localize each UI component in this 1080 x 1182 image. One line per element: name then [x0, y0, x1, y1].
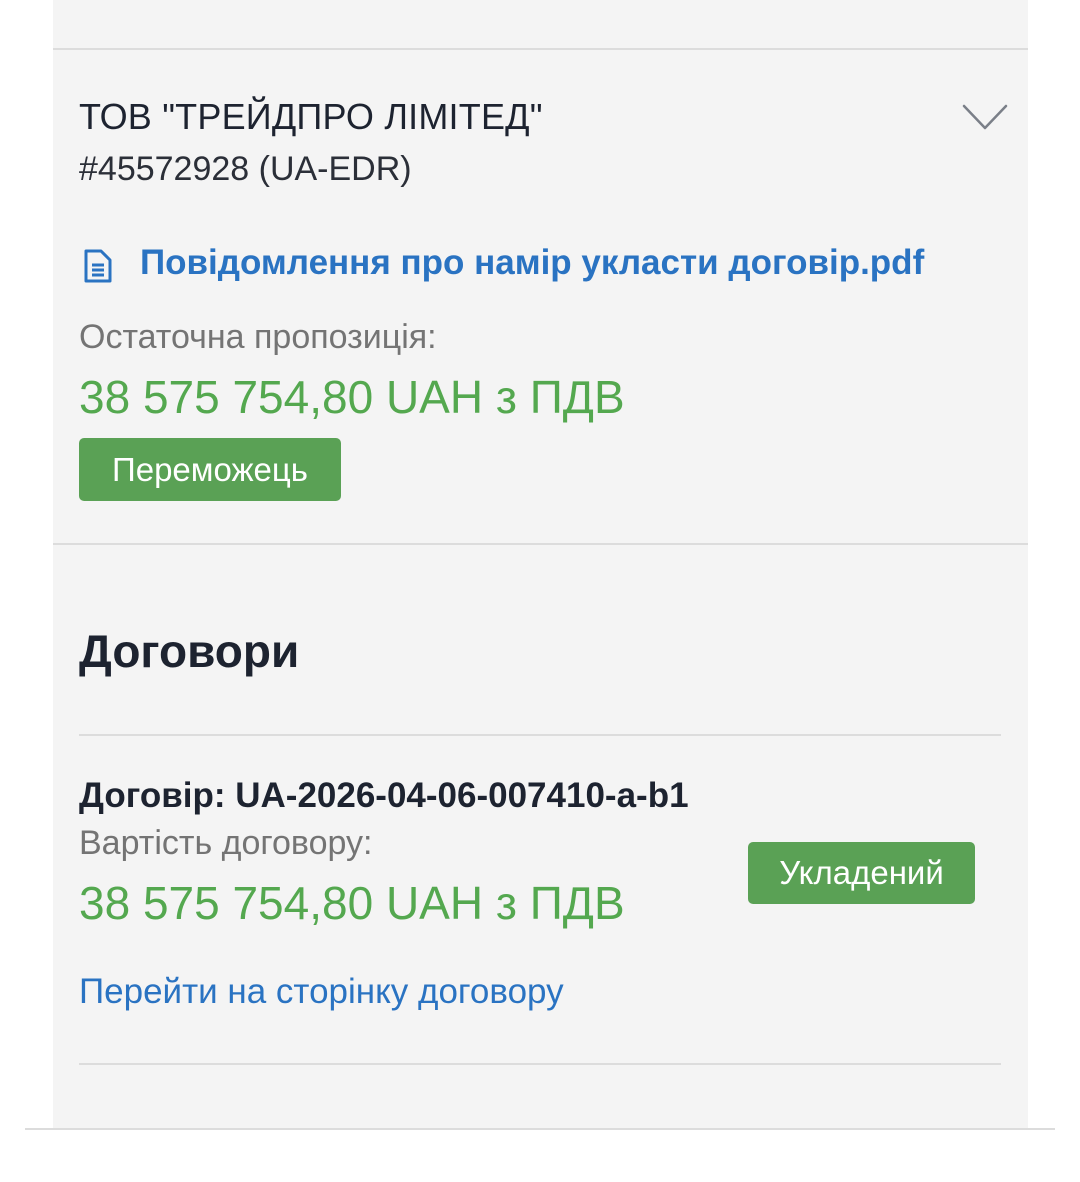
- divider: [79, 734, 1001, 736]
- contract-status-badge: Укладений: [748, 842, 975, 904]
- final-offer-amount: 38 575 754,80 UAH з ПДВ: [79, 371, 625, 423]
- contract-value-label: Вартість договору:: [79, 824, 373, 862]
- participant-name: ТОВ "ТРЕЙДПРО ЛІМІТЕД": [79, 96, 543, 137]
- final-offer-label: Остаточна пропозиція:: [79, 318, 437, 356]
- contracts-section-title: Договори: [79, 625, 300, 677]
- contract-id: Договір: UA-2026-04-06-007410-a-b1: [79, 776, 689, 815]
- divider: [53, 543, 1028, 545]
- document-link[interactable]: Повідомлення про намір укласти договір.p…: [140, 243, 924, 283]
- winner-badge: Переможець: [79, 438, 341, 501]
- chevron-down-icon[interactable]: [962, 102, 1008, 132]
- contract-value-amount: 38 575 754,80 UAH з ПДВ: [79, 877, 625, 929]
- participant-identifier: #45572928 (UA-EDR): [79, 150, 412, 188]
- divider: [79, 1063, 1001, 1065]
- contract-page-link[interactable]: Перейти на сторінку договору: [79, 972, 564, 1012]
- file-document-icon: [84, 249, 112, 283]
- divider: [25, 1128, 1055, 1130]
- divider: [53, 48, 1028, 50]
